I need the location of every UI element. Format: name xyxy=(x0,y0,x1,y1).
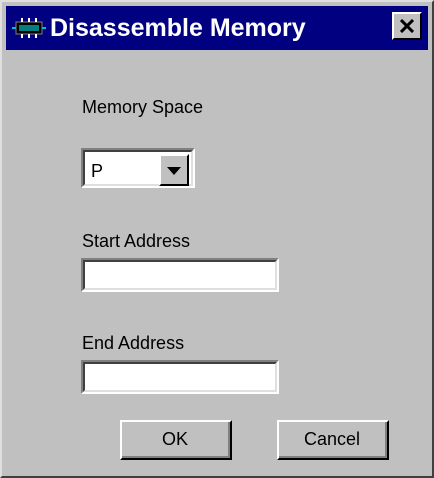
memory-space-select[interactable]: P xyxy=(81,148,195,188)
start-address-input[interactable] xyxy=(83,260,277,290)
end-address-label: End Address xyxy=(82,333,185,353)
title-bar[interactable]: Disassemble Memory xyxy=(6,6,428,50)
memory-space-dropdown-button[interactable] xyxy=(159,154,189,186)
chevron-down-icon xyxy=(167,167,181,175)
ok-button[interactable]: OK xyxy=(120,420,232,460)
window-title: Disassemble Memory xyxy=(50,14,306,42)
close-icon xyxy=(400,19,414,33)
cancel-button-label: Cancel xyxy=(279,422,387,458)
disassemble-memory-dialog: Disassemble Memory Memory Space P Start … xyxy=(0,0,434,478)
memory-chip-icon xyxy=(12,18,46,38)
memory-space-select-field: P xyxy=(83,150,193,186)
start-address-label: Start Address xyxy=(82,231,191,251)
start-address-box xyxy=(81,258,279,292)
close-button[interactable] xyxy=(392,12,422,40)
memory-space-value: P xyxy=(91,161,104,181)
end-address-box xyxy=(81,360,279,394)
cancel-button[interactable]: Cancel xyxy=(277,420,389,460)
end-address-input[interactable] xyxy=(83,362,277,392)
ok-button-label: OK xyxy=(122,422,230,458)
memory-space-label: Memory Space xyxy=(82,97,204,117)
